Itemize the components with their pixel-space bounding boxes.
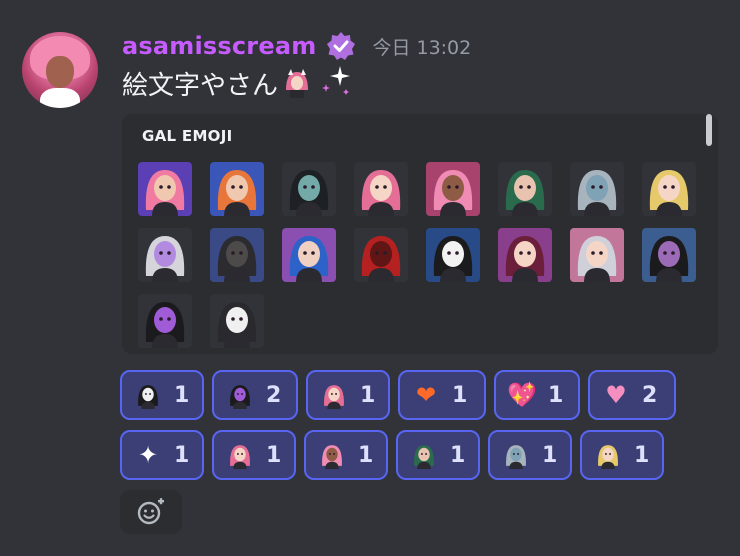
reaction-sparkling-heart-button[interactable]: 💖 1: [494, 370, 580, 420]
reaction-count: 1: [452, 382, 468, 408]
reaction-count: 1: [548, 382, 564, 408]
reactions-row: ✦ 1 1 1 1 1 1: [120, 430, 664, 480]
reaction-count: 1: [174, 382, 190, 408]
emoji-orange-hair-icon[interactable]: [210, 162, 264, 216]
green-hair-crown-icon: [410, 441, 438, 469]
username[interactable]: asamisscream: [122, 32, 316, 60]
emoji-green-hair-crown-icon[interactable]: [498, 162, 552, 216]
add-reaction-smiley-icon: [137, 498, 164, 525]
emoji-maroon-hair-icon[interactable]: [498, 228, 552, 282]
pink-hair-bunny-icon: [226, 441, 254, 469]
reaction-count: 2: [642, 382, 658, 408]
reaction-panda-girl-button[interactable]: 1: [120, 370, 204, 420]
emoji-dark-cat-purple-icon[interactable]: [642, 228, 696, 282]
reaction-count: 1: [358, 442, 374, 468]
reaction-count: 1: [174, 442, 190, 468]
message-timestamp: 今日 13:02: [372, 36, 472, 59]
emoji-silver-purple-mask-icon[interactable]: [138, 228, 192, 282]
emoji-panda-girl-icon[interactable]: [426, 228, 480, 282]
reaction-blonde-long-button[interactable]: 1: [580, 430, 664, 480]
emoji-dark-cat-purple-2-icon[interactable]: [138, 294, 192, 348]
emoji-red-hood-icon[interactable]: [354, 228, 408, 282]
reaction-count: 1: [542, 442, 558, 468]
emoji-white-skull-girl-icon[interactable]: [210, 294, 264, 348]
avatar-body: [40, 88, 80, 108]
blue-skin-silver-icon: [502, 441, 530, 469]
reaction-dark-cat-purple-button[interactable]: 2: [212, 370, 298, 420]
avatar-face: [46, 56, 74, 88]
user-avatar[interactable]: [22, 32, 98, 108]
emoji-dark-teal-cat-icon[interactable]: [282, 162, 336, 216]
emoji-silver-bunny-icon[interactable]: [570, 228, 624, 282]
message-text: 絵文字やさん: [122, 70, 279, 101]
verified-badge-icon: [326, 31, 356, 61]
emoji-blonde-long-icon[interactable]: [642, 162, 696, 216]
reaction-count: 1: [634, 442, 650, 468]
heart-on-fire-icon: ❤: [415, 381, 437, 409]
embed-title: GAL EMOJI: [142, 127, 233, 145]
reaction-pixel-hearts-button[interactable]: ♥ 2: [588, 370, 676, 420]
reaction-count: 1: [450, 442, 466, 468]
emoji-pink-hair-purple-bg-icon[interactable]: [138, 162, 192, 216]
reaction-heart-on-fire-button[interactable]: ❤ 1: [398, 370, 486, 420]
reaction-green-hair-crown-button[interactable]: 1: [396, 430, 480, 480]
pixel-hearts-icon: ♥: [605, 381, 627, 409]
emoji-blue-skin-silver-icon[interactable]: [570, 162, 624, 216]
sparkling-heart-icon: 💖: [507, 381, 537, 409]
emoji-dark-hood-icon[interactable]: [210, 228, 264, 282]
embed-scrollbar[interactable]: [706, 114, 712, 146]
pink-hair-glasses-icon: [320, 381, 348, 409]
emoji-blue-hair-mic-icon[interactable]: [282, 228, 336, 282]
sparkles-inline-icon[interactable]: [318, 62, 354, 105]
message-header: asamisscream 今日 13:02: [122, 30, 471, 62]
dark-cat-purple-icon: [226, 381, 254, 409]
reaction-pink-hair-tan-button[interactable]: 1: [304, 430, 388, 480]
emoji-pink-hair-tan-icon[interactable]: [426, 162, 480, 216]
reaction-pink-hair-bunny-button[interactable]: 1: [212, 430, 296, 480]
reaction-count: 2: [266, 382, 282, 408]
reaction-pink-hair-glasses-button[interactable]: 1: [306, 370, 390, 420]
emoji-pink-hair-bunny-icon[interactable]: [354, 162, 408, 216]
gal-emoji-inline-icon[interactable]: [282, 68, 313, 98]
reaction-sparkles-button[interactable]: ✦ 1: [120, 430, 204, 480]
reaction-count: 1: [266, 442, 282, 468]
reaction-blue-skin-silver-button[interactable]: 1: [488, 430, 572, 480]
panda-girl-icon: [134, 381, 162, 409]
message-content: 絵文字やさん: [122, 65, 354, 101]
pink-hair-tan-icon: [318, 441, 346, 469]
reaction-count: 1: [360, 382, 376, 408]
reactions-row: 1 2 1 ❤ 1 💖 1 ♥ 2: [120, 370, 676, 420]
sparkles-icon: ✦: [137, 441, 159, 469]
add-reaction-button[interactable]: [120, 490, 182, 534]
blonde-long-icon: [594, 441, 622, 469]
